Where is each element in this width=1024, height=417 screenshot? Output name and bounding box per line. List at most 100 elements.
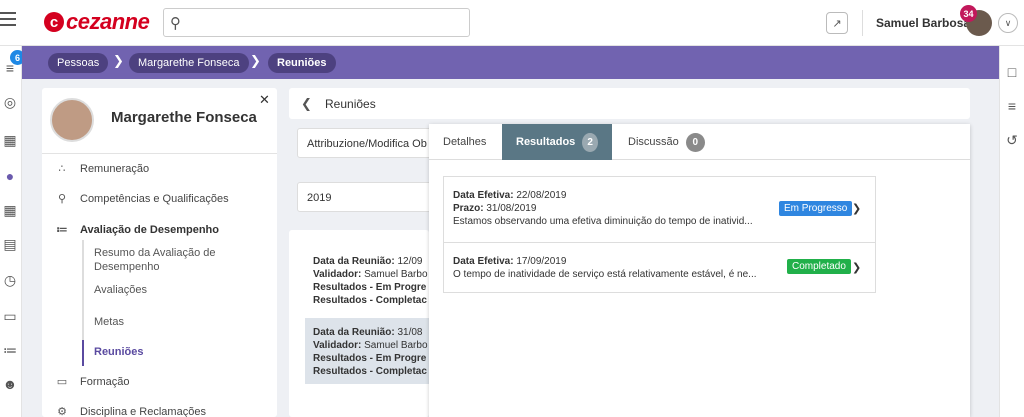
award-icon: ⚲ [57,193,67,205]
effective-date: 17/09/2019 [516,256,567,267]
divider [42,153,277,154]
meeting-detail-popup: Detalhes Resultados 2 Discussão 0 Data E… [429,124,970,417]
tab-resultados[interactable]: Resultados 2 [502,124,612,160]
menu-item-label: Remuneração [80,162,150,175]
menu-item-avaliacao[interactable]: ≔ Avaliação de Desempenho [56,223,219,237]
processes-icon[interactable]: ◎ [0,94,20,114]
menu-item-competencias[interactable]: ⚲ Competências e Qualificações [56,192,229,206]
results-progress-label: Resultados - Em Progre [313,353,427,364]
history-icon[interactable]: ↺ [1002,132,1022,152]
people-icon[interactable]: ● [0,168,20,188]
breadcrumb-item-employee[interactable]: Margarethe Fonseca [129,53,249,73]
page-header: ❮ Reuniões [289,88,970,119]
chevron-right-icon[interactable]: ❯ [852,202,861,215]
employee-name: Margarethe Fonseca [111,109,257,126]
result-description: O tempo de inatividade de serviço está r… [453,269,757,280]
organization-icon[interactable]: ▦ [0,202,20,222]
tab-label: Discussão [628,136,679,148]
expand-window-icon[interactable]: ↗ [826,12,848,34]
menu-item-label: Competências e Qualificações [80,192,229,205]
submenu-active-indicator [82,340,84,366]
tab-label: Detalhes [443,136,487,148]
calendar-icon[interactable]: ▦ [0,132,20,152]
document-search-icon[interactable]: □ [1002,64,1022,84]
logo-text: cezanne [66,9,150,34]
submenu-item-avaliacoes[interactable]: Avaliações [94,283,254,297]
tab-label: Resultados [516,136,576,148]
user-settings-icon[interactable]: ☻ [0,376,20,396]
employee-avatar [50,98,94,142]
meeting-date-label: Data da Reunião: [313,327,395,338]
performance-icon[interactable]: ≔ [0,342,20,362]
schedule-icon[interactable]: ▤ [0,236,20,256]
search-input[interactable]: ⚲ [163,8,470,37]
meeting-date: 12/09 [397,256,423,267]
list-icon[interactable]: ≡ [1002,98,1022,118]
breadcrumb-item-pessoas[interactable]: Pessoas [48,53,109,73]
submenu-item-reunioes[interactable]: Reuniões [94,345,254,359]
breadcrumb-item-current: Reuniões [268,53,336,73]
meeting-card[interactable]: Data da Reunião: 12/09 Validador: Samuel… [305,247,429,313]
effective-date-label: Data Efetiva: [453,190,514,201]
menu-item-formacao[interactable]: ▭ Formação [56,375,130,389]
effective-date-label: Data Efetiva: [453,256,514,267]
tab-discussao[interactable]: Discussão 0 [614,124,719,160]
tab-detalhes[interactable]: Detalhes [429,124,500,160]
left-nav-rail: ≡ 6 ◎ ▦ ● ▦ ▤ ◷ ▭ ≔ ☻ [0,46,25,417]
menu-item-remuneracao[interactable]: ∴ Remuneração [56,162,150,176]
divider [862,10,863,36]
results-completed-label: Resultados - Completac [313,366,427,377]
validator-name: Samuel Barbo [364,340,428,351]
chart-icon: ≔ [56,224,68,236]
results-list: Data Efetiva: 22/08/2019 Prazo: 31/08/20… [443,176,876,293]
effective-date: 22/08/2019 [516,190,567,201]
chevron-right-icon: ❯ [113,53,124,68]
submenu-item-resumo[interactable]: Resumo da Avaliação de Desempenho [94,246,254,274]
filter-year-select[interactable]: 2019 [297,182,437,212]
results-completed-label: Resultados - Completac [313,295,427,306]
deadline-date: 31/08/2019 [486,203,537,214]
employee-panel: Margarethe Fonseca ✕ ∴ Remuneração ⚲ Com… [42,88,277,417]
chevron-right-icon[interactable]: ❯ [852,261,861,274]
meetings-list: Data da Reunião: 12/09 Validador: Samuel… [289,230,429,417]
cezanne-logo[interactable]: c cezanne [44,9,150,35]
right-rail: □ ≡ ↺ [999,46,1024,417]
divider [444,242,875,243]
validator-name: Samuel Barbo [364,269,428,280]
user-name[interactable]: Samuel Barbosa [876,16,970,30]
back-arrow-icon[interactable]: ❮ [301,96,312,112]
filter-type-select[interactable]: Attribuzione/Modifica Ob [297,128,437,158]
top-bar: c cezanne ⚲ ↗ Samuel Barbosa 34 ∨ [0,0,1024,46]
page-title: Reuniões [325,97,376,111]
status-badge: Em Progresso [779,201,853,216]
submenu-item-metas[interactable]: Metas [94,315,254,329]
results-progress-label: Resultados - Em Progre [313,282,427,293]
menu-item-disciplina[interactable]: ⚙ Disciplina e Reclamações [56,405,206,417]
deadline-label: Prazo: [453,203,484,214]
logo-mark: c [44,12,64,32]
notification-badge[interactable]: 34 [960,5,977,22]
menu-item-label: Disciplina e Reclamações [80,405,206,417]
status-badge: Completado [787,259,851,274]
tab-count-badge: 2 [582,132,598,152]
tab-bar: Detalhes Resultados 2 Discussão 0 [429,124,970,160]
menu-item-label: Formação [80,375,130,388]
tab-count-badge: 0 [685,132,705,152]
clock-icon[interactable]: ◷ [0,272,20,292]
validator-label: Validador: [313,269,362,280]
coins-icon: ∴ [58,163,66,175]
close-icon[interactable]: ✕ [259,92,270,108]
menu-item-label: Avaliação de Desempenho [80,223,219,236]
validator-label: Validador: [313,340,362,351]
search-icon: ⚲ [170,15,181,32]
chevron-down-icon[interactable]: ∨ [998,13,1018,33]
meeting-card[interactable]: Data da Reunião: 31/08 Validador: Samuel… [305,318,429,384]
gavel-icon: ⚙ [57,406,67,417]
book-icon: ▭ [56,376,68,388]
result-description: Estamos observando uma efetiva diminuiçã… [453,216,753,227]
breadcrumb: Pessoas ❯ Margarethe Fonseca ❯ Reuniões [22,46,999,79]
hamburger-menu-icon[interactable] [0,8,22,36]
book-icon[interactable]: ▭ [0,308,20,328]
meeting-date-label: Data da Reunião: [313,256,395,267]
meeting-date: 31/08 [397,327,423,338]
